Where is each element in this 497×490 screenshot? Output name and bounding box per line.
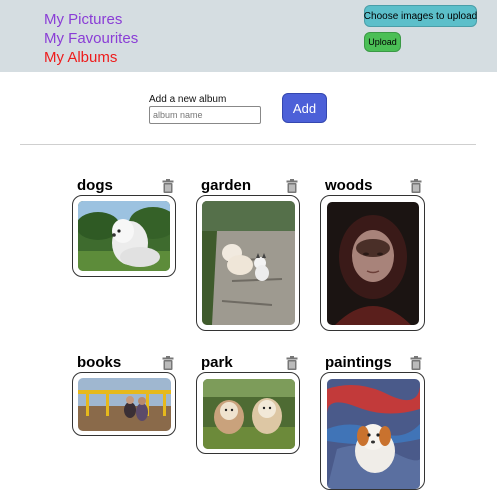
nav-my-albums[interactable]: My Albums (44, 49, 117, 67)
trash-icon[interactable] (410, 179, 422, 193)
album-title: dogs (77, 177, 113, 194)
album-name-input[interactable] (149, 106, 261, 124)
album-title: woods (325, 177, 373, 194)
choose-images-button[interactable]: Choose images to upload (364, 5, 477, 27)
album-card[interactable] (320, 372, 425, 490)
album-cover-image (203, 379, 295, 449)
divider (20, 144, 476, 145)
album-cover-image (202, 201, 295, 325)
header-bar: My Pictures My Favourites My Albums Choo… (0, 0, 497, 72)
trash-icon[interactable] (286, 356, 298, 370)
album-cover-image (327, 379, 420, 489)
upload-button[interactable]: Upload (364, 32, 401, 52)
album-title: park (201, 354, 233, 371)
add-album-label: Add a new album (149, 94, 227, 105)
album-cover-image (78, 378, 171, 431)
album-card[interactable] (72, 372, 176, 436)
album-title: garden (201, 177, 252, 194)
trash-icon[interactable] (286, 179, 298, 193)
album-card[interactable] (72, 195, 176, 277)
nav-my-pictures[interactable]: My Pictures (44, 11, 122, 29)
trash-icon[interactable] (162, 356, 174, 370)
album-card[interactable] (196, 372, 300, 454)
album-card[interactable] (320, 195, 425, 331)
album-cover-image (327, 202, 419, 325)
album-card[interactable] (196, 195, 300, 331)
nav-my-favourites[interactable]: My Favourites (44, 30, 138, 48)
trash-icon[interactable] (162, 179, 174, 193)
trash-icon[interactable] (410, 356, 422, 370)
album-cover-image (78, 201, 170, 271)
album-title: paintings (325, 354, 392, 371)
album-title: books (77, 354, 122, 371)
add-album-button[interactable]: Add (282, 93, 327, 123)
